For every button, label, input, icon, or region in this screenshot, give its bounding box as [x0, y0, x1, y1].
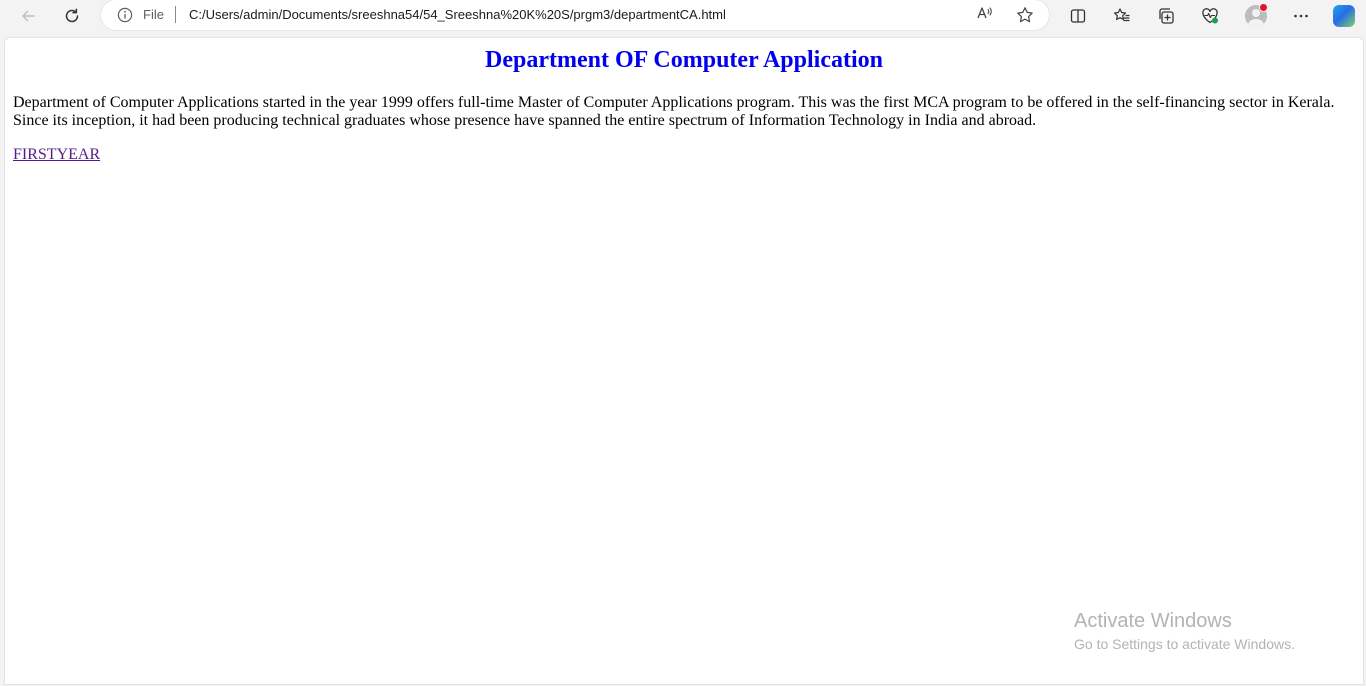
- page-title: Department OF Computer Application: [485, 47, 883, 73]
- more-button[interactable]: [1285, 2, 1317, 30]
- add-favorite-button[interactable]: [1013, 4, 1037, 26]
- profile-button[interactable]: [1240, 2, 1272, 30]
- star-icon: [1017, 7, 1033, 23]
- copilot-button[interactable]: [1328, 2, 1360, 30]
- collections-button[interactable]: [1150, 2, 1182, 30]
- back-arrow-icon: [22, 10, 35, 22]
- split-screen-button[interactable]: [1062, 2, 1094, 30]
- browser-essentials-button[interactable]: [1194, 2, 1226, 30]
- address-scheme-label: File: [143, 7, 164, 22]
- back-button[interactable]: [12, 2, 44, 30]
- address-separator: [175, 6, 176, 23]
- activate-windows-subtitle: Go to Settings to activate Windows.: [1074, 636, 1295, 652]
- notification-dot: [1259, 3, 1268, 12]
- address-url[interactable]: C:/Users/admin/Documents/sreeshna54/54_S…: [189, 7, 726, 23]
- refresh-icon: [65, 8, 79, 23]
- read-aloud-icon: [976, 5, 994, 25]
- info-icon[interactable]: [117, 7, 133, 23]
- activate-windows-title: Activate Windows: [1074, 610, 1232, 632]
- firstyear-link[interactable]: FIRSTYEAR: [13, 146, 100, 164]
- copilot-icon: [1333, 5, 1355, 27]
- heart-pulse-icon: [1202, 8, 1218, 24]
- refresh-button[interactable]: [56, 2, 88, 30]
- address-bar[interactable]: File C:/Users/admin/Documents/sreeshna54…: [101, 0, 1049, 30]
- browser-toolbar: File C:/Users/admin/Documents/sreeshna54…: [0, 0, 1366, 34]
- favorites-icon: [1113, 8, 1130, 22]
- split-screen-icon: [1070, 9, 1086, 23]
- page-description: Department of Computer Applications star…: [13, 94, 1335, 129]
- collections-icon: [1159, 8, 1174, 24]
- page-viewport: Department OF Computer Application Depar…: [4, 37, 1364, 685]
- more-icon: [1294, 14, 1308, 18]
- read-aloud-button[interactable]: [973, 4, 997, 26]
- favorites-button[interactable]: [1106, 2, 1138, 30]
